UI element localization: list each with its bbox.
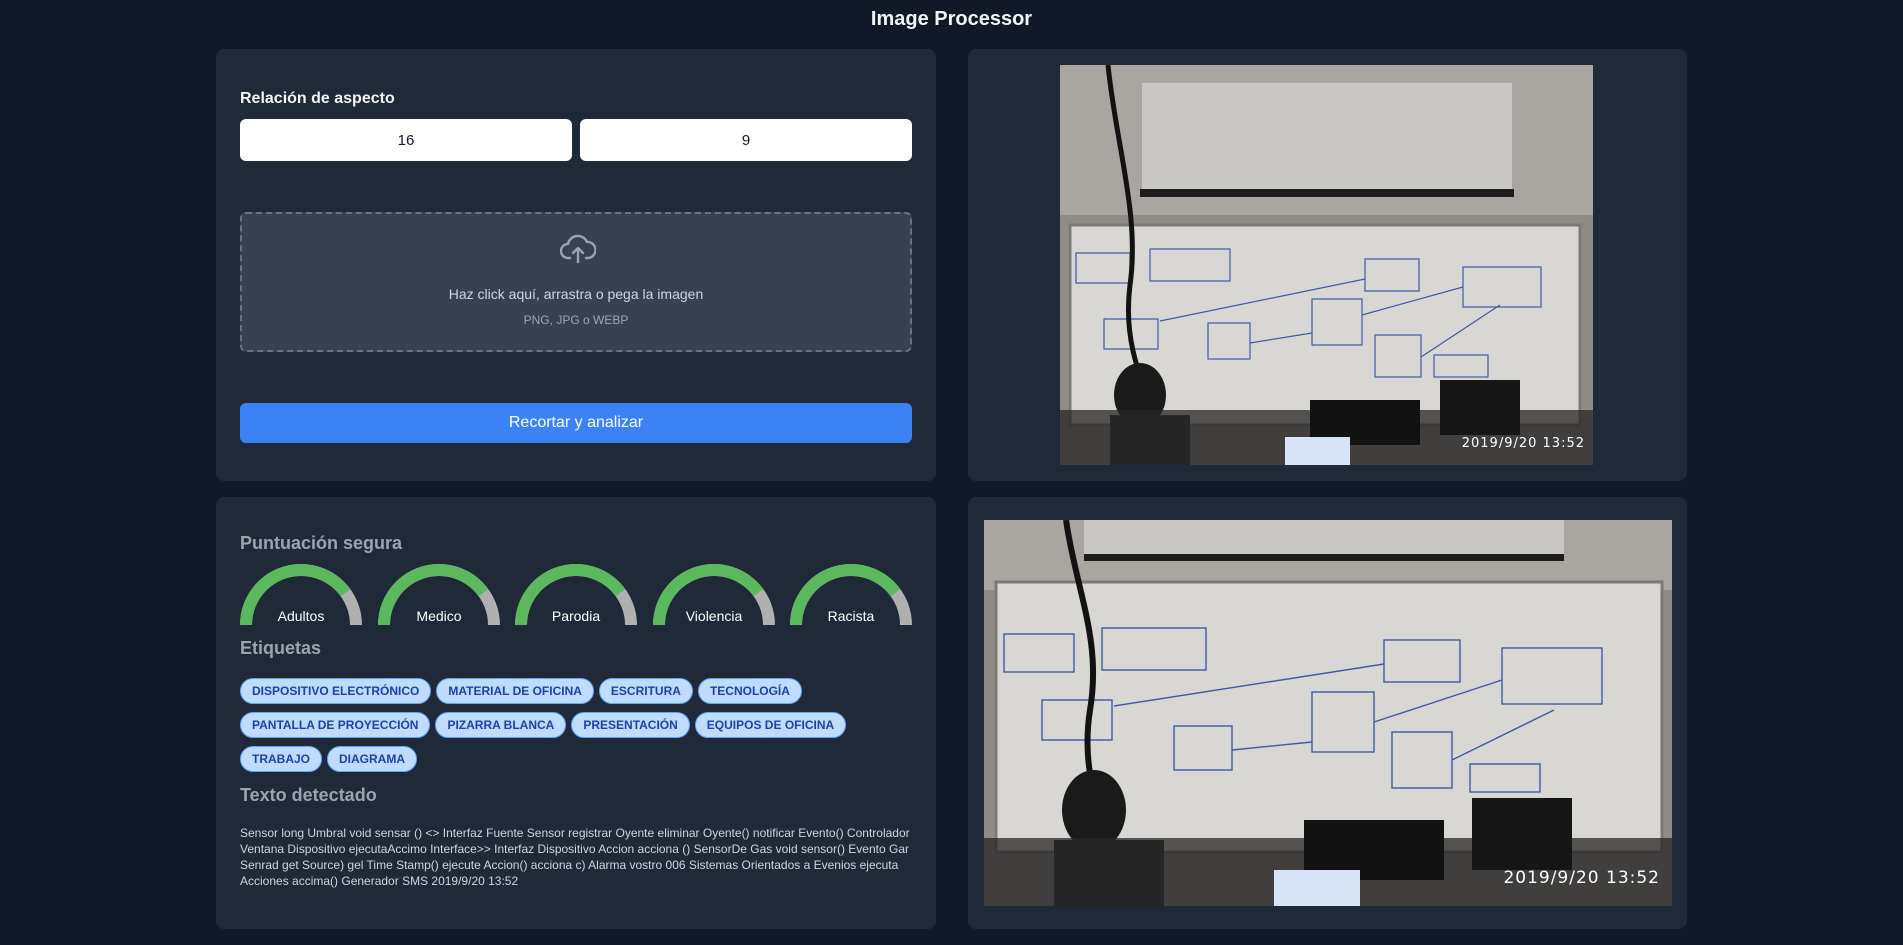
analysis-panel: Puntuación segura Adultos Medico Parodia: [216, 497, 936, 929]
aspect-height-input[interactable]: [580, 119, 912, 161]
safe-score-heading: Puntuación segura: [240, 533, 403, 553]
image-timestamp: 2019/9/20 13:52: [1461, 436, 1585, 451]
tag-chip: ESCRITURA: [598, 678, 693, 704]
gauge-label: Parodia: [551, 608, 601, 624]
gauge-label: Violencia: [685, 608, 743, 624]
crop-analyze-button[interactable]: Recortar y analizar: [240, 403, 912, 443]
preview-panel: 2019/9/20 13:52: [968, 49, 1687, 481]
cloud-upload-icon: [559, 234, 597, 264]
tag-chip: EQUIPOS DE OFICINA: [694, 712, 847, 738]
cropped-image: 2019/9/20 13:52: [984, 520, 1672, 906]
tag-row: TRABAJO DIAGRAMA: [240, 746, 912, 780]
tag-chip: TECNOLOGÍA: [697, 678, 802, 704]
tag-chip: DISPOSITIVO ELECTRÓNICO: [240, 678, 432, 704]
aspect-width-input[interactable]: [240, 119, 572, 161]
tag-chip: TRABAJO: [240, 746, 323, 772]
tag-chip: PRESENTACIÓN: [571, 712, 690, 738]
detected-text-body: Sensor long Umbral void sensar () <> Int…: [240, 826, 910, 888]
tag-chip: PIZARRA BLANCA: [435, 712, 567, 738]
aspect-ratio-label: Relación de aspecto: [240, 90, 395, 107]
safe-score-gauges: Adultos Medico Parodia Violencia Racista: [240, 564, 912, 626]
tag-row: PANTALLA DE PROYECCIÓN PIZARRA BLANCA PRES…: [240, 712, 912, 746]
image-timestamp: 2019/9/20 13:52: [1503, 868, 1660, 888]
tag-chip: DIAGRAMA: [327, 746, 418, 772]
tag-row: DISPOSITIVO ELECTRÓNICO MATERIAL DE OFICI…: [240, 678, 912, 712]
gauge-racista: Racista: [790, 564, 912, 626]
gauge-violencia: Violencia: [653, 564, 775, 626]
gauge-label: Adultos: [277, 608, 325, 624]
controls-panel: Relación de aspecto Haz click aquí, arra…: [216, 49, 936, 481]
tag-list: DISPOSITIVO ELECTRÓNICO MATERIAL DE OFICI…: [240, 678, 912, 780]
dropzone-formats: PNG, JPG o WEBP: [523, 313, 629, 327]
tag-chip: PANTALLA DE PROYECCIÓN: [240, 712, 431, 738]
gauge-adultos: Adultos: [240, 564, 362, 626]
tag-chip: MATERIAL DE OFICINA: [436, 678, 594, 704]
gauge-parodia: Parodia: [515, 564, 637, 626]
gauge-label: Racista: [827, 608, 875, 624]
result-panel: 2019/9/20 13:52: [968, 497, 1687, 929]
image-dropzone[interactable]: Haz click aquí, arrastra o pega la image…: [240, 212, 912, 352]
tags-heading: Etiquetas: [240, 638, 322, 658]
app-title: Image Processor: [870, 8, 1033, 30]
detected-text-heading: Texto detectado: [240, 785, 377, 805]
gauge-medico: Medico: [378, 564, 500, 626]
gauge-label: Medico: [416, 608, 462, 624]
dropzone-instructions: Haz click aquí, arrastra o pega la image…: [448, 286, 704, 302]
preview-image: 2019/9/20 13:52: [1060, 65, 1593, 465]
